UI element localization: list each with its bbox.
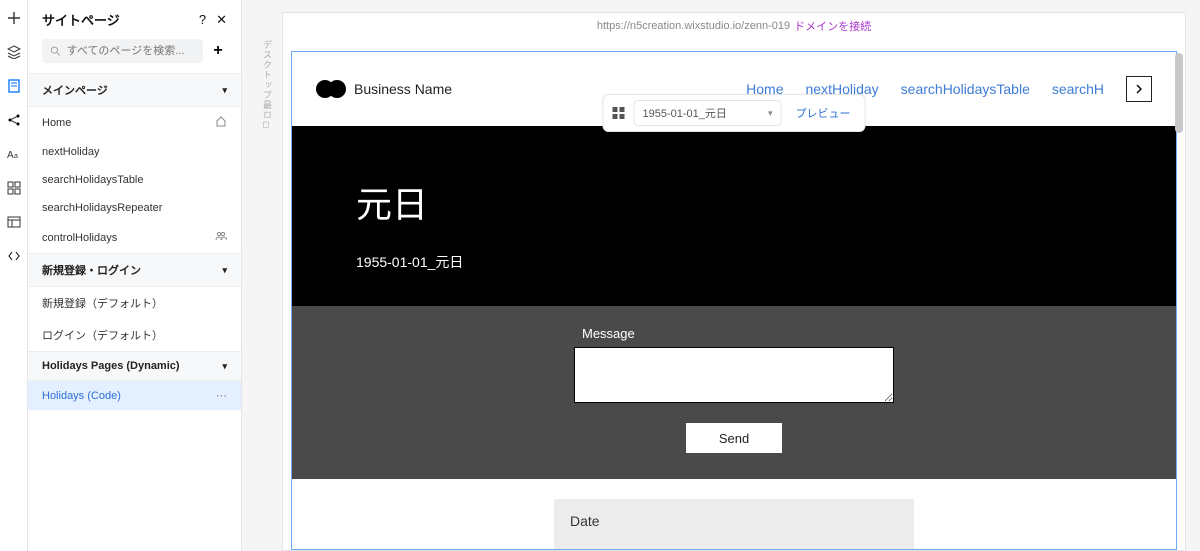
logo-icon — [316, 80, 344, 98]
typography-icon[interactable]: Aa — [6, 146, 22, 162]
page-item-searchrepeater[interactable]: searchHolidaysRepeater — [28, 194, 241, 222]
page-label: searchHolidaysTable — [42, 174, 144, 186]
message-form: Message Send — [292, 306, 1176, 479]
table-section: Date Message — [292, 479, 1176, 550]
chevron-right-icon — [1134, 84, 1144, 94]
page-item-searchtable[interactable]: searchHolidaysTable — [28, 166, 241, 194]
pages-icon[interactable] — [6, 78, 22, 94]
close-icon[interactable]: ✕ — [216, 12, 227, 28]
chevron-down-icon: ▾ — [222, 361, 227, 372]
pages-sidebar: サイトページ ? ✕ + メインページ ▾ Home nextHoliday s… — [28, 0, 242, 551]
search-icon — [50, 45, 61, 57]
page-item-nextholiday[interactable]: nextHoliday — [28, 138, 241, 166]
page-label: ログイン（デフォルト） — [42, 327, 163, 343]
page-label: searchHolidaysRepeater — [42, 202, 162, 214]
scrollbar-thumb[interactable] — [1175, 53, 1183, 133]
site-frame: 1955-01-01_元日 ▾ プレビュー Business Name Home… — [291, 51, 1177, 550]
page-item-signup[interactable]: 新規登録（デフォルト） — [28, 287, 241, 319]
message-input[interactable] — [574, 347, 894, 403]
page-label: nextHoliday — [42, 146, 99, 158]
page-item-login[interactable]: ログイン（デフォルト） — [28, 319, 241, 351]
nav-more-button[interactable] — [1126, 76, 1152, 102]
page-toolbar: 1955-01-01_元日 ▾ プレビュー — [603, 94, 866, 132]
section-dynamic[interactable]: Holidays Pages (Dynamic) ▾ — [28, 351, 241, 381]
add-icon[interactable] — [6, 10, 22, 26]
chevron-down-icon: ▾ — [222, 85, 227, 96]
svg-text:A: A — [7, 150, 14, 161]
nav-link-searchrepeater[interactable]: searchH — [1052, 81, 1104, 97]
cms-icon[interactable] — [6, 214, 22, 230]
hero-section: 元日 1955-01-01_元日 — [292, 126, 1176, 306]
page-label: controlHolidays — [42, 232, 117, 244]
page-dropdown-value: 1955-01-01_元日 — [643, 105, 727, 121]
home-icon — [215, 115, 227, 130]
svg-text:a: a — [14, 153, 18, 160]
connect-domain-link[interactable]: ドメインを接続 — [794, 18, 871, 34]
page-item-home[interactable]: Home — [28, 107, 241, 138]
section-label: 新規登録・ログイン — [42, 262, 141, 278]
data-table: Date Message — [554, 499, 914, 550]
hero-subtitle: 1955-01-01_元日 — [356, 252, 1112, 272]
editor-canvas: https://n5creation.wixstudio.io/zenn-019… — [282, 12, 1186, 551]
page-item-holidays-code[interactable]: Holidays (Code) ⋯ — [28, 381, 241, 410]
section-main-pages[interactable]: メインページ ▾ — [28, 73, 241, 107]
people-icon — [215, 230, 227, 245]
chevron-down-icon: ▾ — [768, 108, 773, 119]
preview-url: https://n5creation.wixstudio.io/zenn-019 — [597, 20, 790, 32]
search-input-wrap[interactable] — [42, 39, 203, 63]
share-icon[interactable] — [6, 112, 22, 128]
section-auth[interactable]: 新規登録・ログイン ▾ — [28, 253, 241, 287]
send-button[interactable]: Send — [686, 423, 782, 453]
preview-link[interactable]: プレビュー — [790, 105, 857, 121]
brand-name: Business Name — [354, 81, 452, 97]
page-item-controlholidays[interactable]: controlHolidays — [28, 222, 241, 253]
layers-icon[interactable] — [6, 44, 22, 60]
page-label: Home — [42, 117, 71, 129]
nav-link-searchtable[interactable]: searchHolidaysTable — [901, 81, 1030, 97]
code-icon[interactable] — [6, 248, 22, 264]
section-label: メインページ — [42, 82, 108, 98]
sidebar-header: サイトページ ? ✕ — [28, 0, 241, 39]
chevron-down-icon: ▾ — [222, 265, 227, 276]
help-icon[interactable]: ? — [199, 12, 206, 27]
table-header-date: Date — [554, 499, 914, 543]
icon-rail: Aa — [0, 0, 28, 551]
add-page-button[interactable]: + — [209, 42, 227, 60]
page-dropdown[interactable]: 1955-01-01_元日 ▾ — [634, 100, 782, 126]
page-label: Holidays (Code) — [42, 390, 121, 402]
apps-icon[interactable] — [6, 180, 22, 196]
url-bar: https://n5creation.wixstudio.io/zenn-019… — [283, 13, 1185, 39]
more-icon[interactable]: ⋯ — [216, 389, 227, 402]
section-label: Holidays Pages (Dynamic) — [42, 360, 180, 372]
brand[interactable]: Business Name — [316, 80, 452, 98]
table-header-message: Message — [554, 543, 914, 550]
search-input[interactable] — [67, 45, 195, 57]
breakpoint-label: デスクトップ最ロ◻ — [260, 40, 274, 131]
message-label: Message — [582, 326, 635, 341]
sidebar-title: サイトページ — [42, 10, 120, 29]
dataset-icon[interactable] — [612, 106, 626, 120]
page-label: 新規登録（デフォルト） — [42, 295, 163, 311]
hero-title: 元日 — [356, 176, 1112, 228]
